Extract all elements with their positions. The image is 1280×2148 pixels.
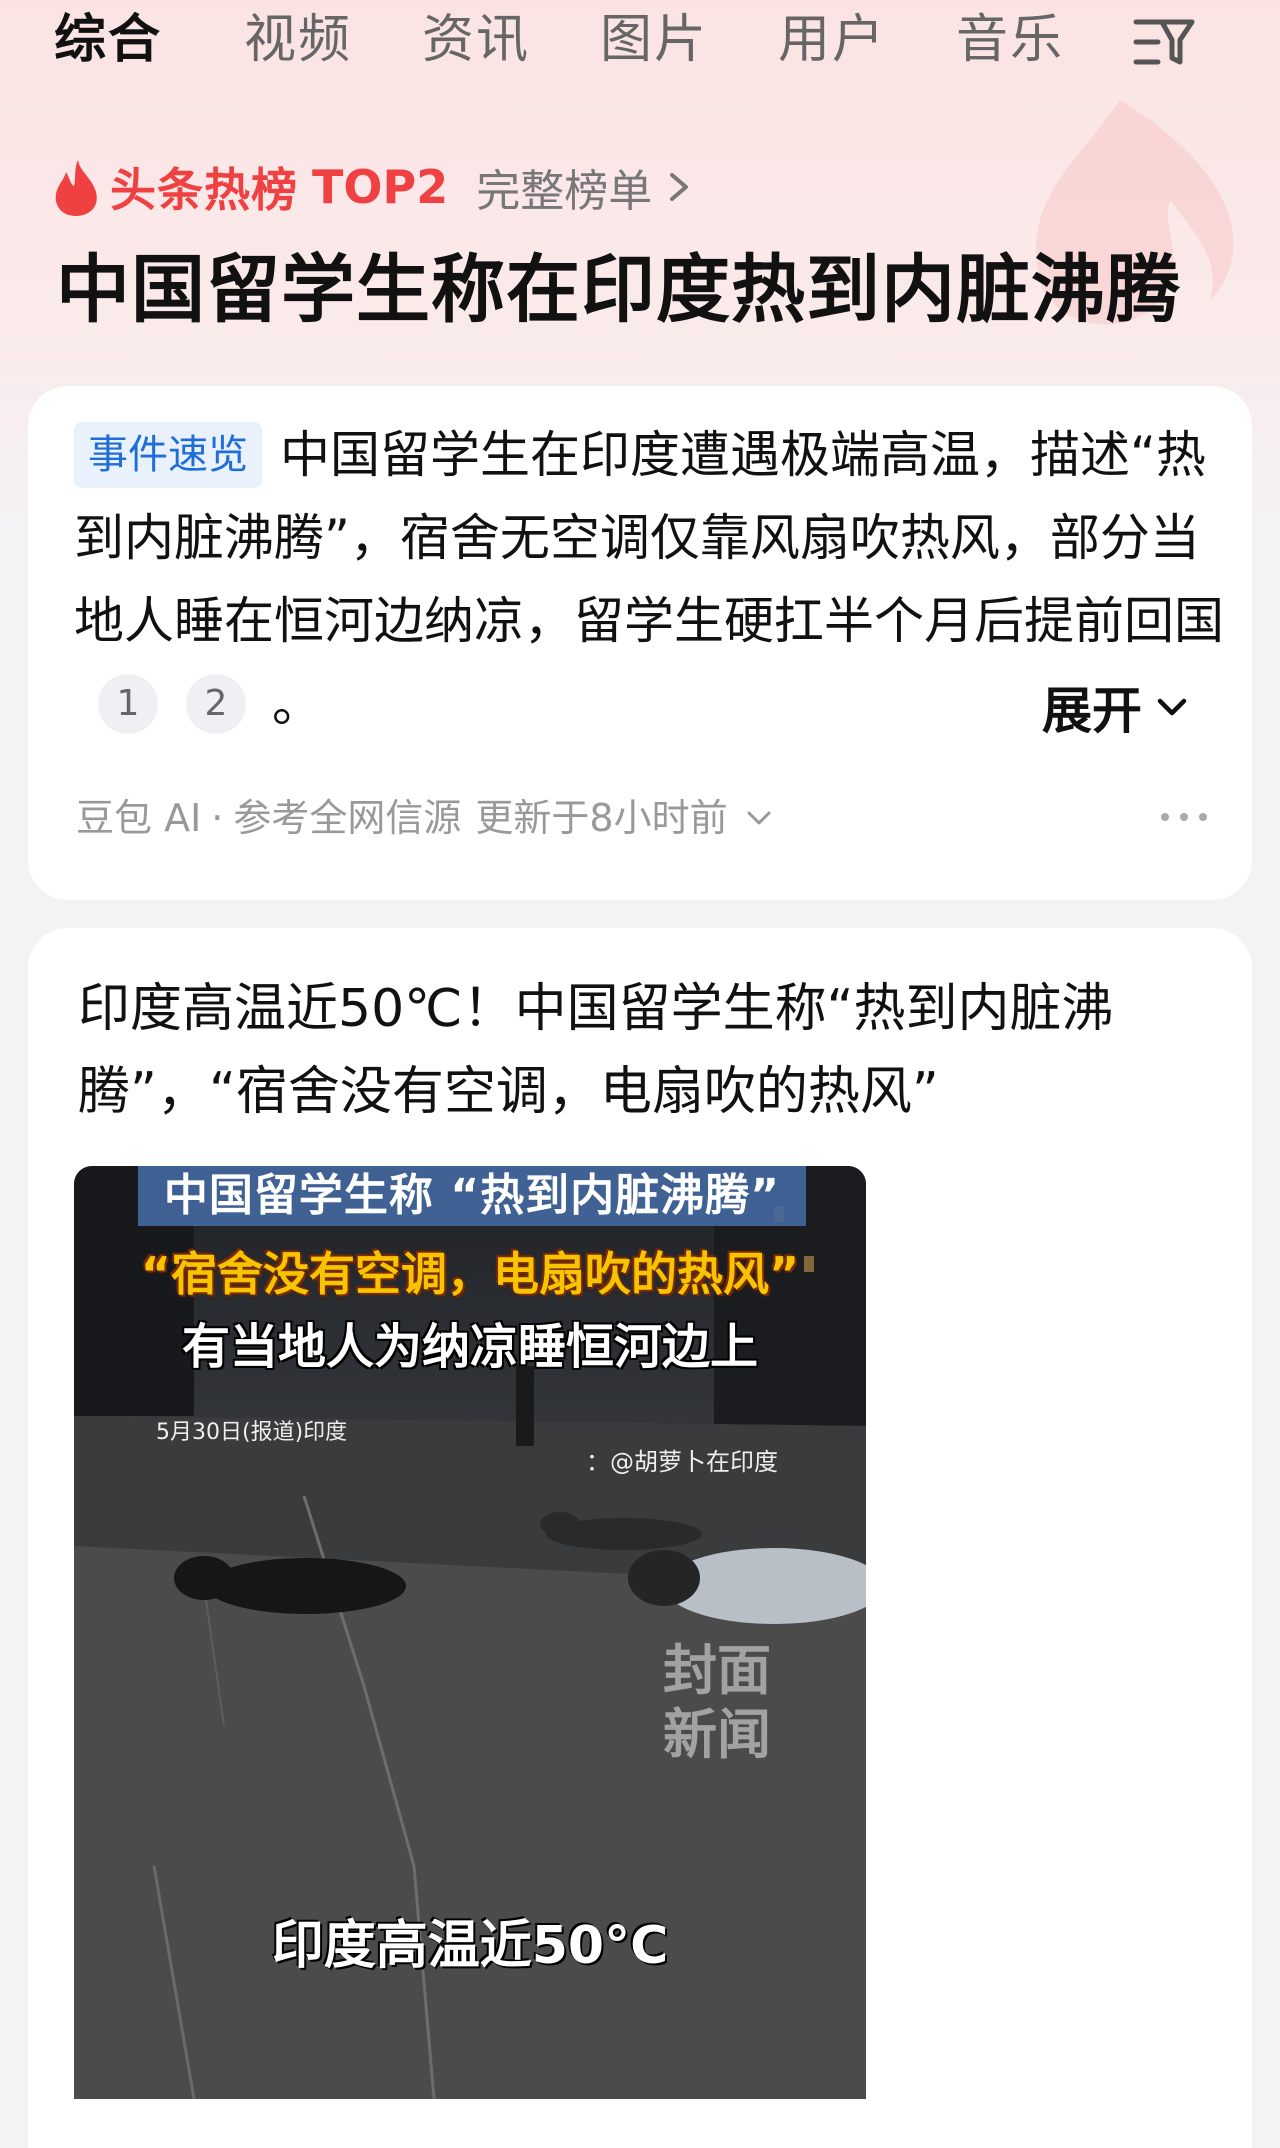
full-list-link[interactable]: 完整榜单 xyxy=(476,155,652,219)
video-thumbnail[interactable]: 中国留学生称 “热到内脏沸腾” “宿舍没有空调，电扇吹的热风” 有当地人为纳凉睡… xyxy=(74,1166,866,2099)
chevron-right-icon xyxy=(670,173,689,201)
date-tag: 5月30日(报道)印度 xyxy=(156,1420,348,1445)
tab-images[interactable]: 图片 xyxy=(600,4,708,76)
source-label: 豆包 AI xyxy=(76,796,202,840)
expand-button[interactable]: 展开 xyxy=(1042,672,1188,742)
publisher-watermark-logo: 封面新闻 xyxy=(663,1638,771,1766)
fire-icon xyxy=(55,160,97,216)
chevron-down-icon xyxy=(1157,698,1187,716)
caption-top: 中国留学生称 “热到内脏沸腾” xyxy=(138,1166,806,1226)
chevron-down-small-icon[interactable] xyxy=(746,809,772,827)
hot-list-label: 头条热榜 xyxy=(110,163,298,217)
more-options-icon[interactable] xyxy=(1158,810,1210,824)
caption-yellow: “宿舍没有空调，电扇吹的热风” xyxy=(140,1247,800,1301)
tab-comprehensive[interactable]: 综合 xyxy=(54,4,162,76)
filter-icon[interactable] xyxy=(1132,14,1196,70)
meta-separator: · xyxy=(211,796,224,840)
summary-end-punct: 。 xyxy=(272,675,322,733)
search-tabs: 综合 视频 资讯 图片 用户 音乐 xyxy=(0,0,1280,80)
tab-users[interactable]: 用户 xyxy=(778,4,886,76)
event-summary-card: 事件速览 中国留学生在印度遭遇极端高温，描述“热到内脏沸腾”，宿舍无空调仅靠风扇吹… xyxy=(28,386,1252,900)
caption-white: 有当地人为纳凉睡恒河边上 xyxy=(181,1319,758,1375)
updated-time: 更新于8小时前 xyxy=(475,796,728,840)
summary-meta: 豆包 AI · 参考全网信源 更新于8小时前 xyxy=(76,790,772,846)
hot-list-header[interactable]: 头条热榜 TOP2 完整榜单 xyxy=(52,152,692,222)
reference-label[interactable]: 参考全网信源 xyxy=(233,790,461,846)
tab-music[interactable]: 音乐 xyxy=(956,4,1064,76)
event-summary-badge: 事件速览 xyxy=(74,422,262,488)
topic-title[interactable]: 中国留学生称在印度热到内脏沸腾 xyxy=(56,244,1181,336)
citation-2[interactable]: 2 xyxy=(186,674,246,734)
expand-label: 展开 xyxy=(1042,682,1142,740)
author-tag: ：@胡萝卜在印度 xyxy=(586,1448,778,1476)
tab-video[interactable]: 视频 xyxy=(244,4,352,76)
hot-rank: TOP2 xyxy=(312,160,449,214)
citation-1[interactable]: 1 xyxy=(98,674,158,734)
tab-news[interactable]: 资讯 xyxy=(422,4,530,76)
caption-bottom: 印度高温近50°C xyxy=(271,1916,669,1976)
news-title[interactable]: 印度高温近50℃！中国留学生称“热到内脏沸腾”，“宿舍没有空调，电扇吹的热风” xyxy=(78,968,1218,1134)
